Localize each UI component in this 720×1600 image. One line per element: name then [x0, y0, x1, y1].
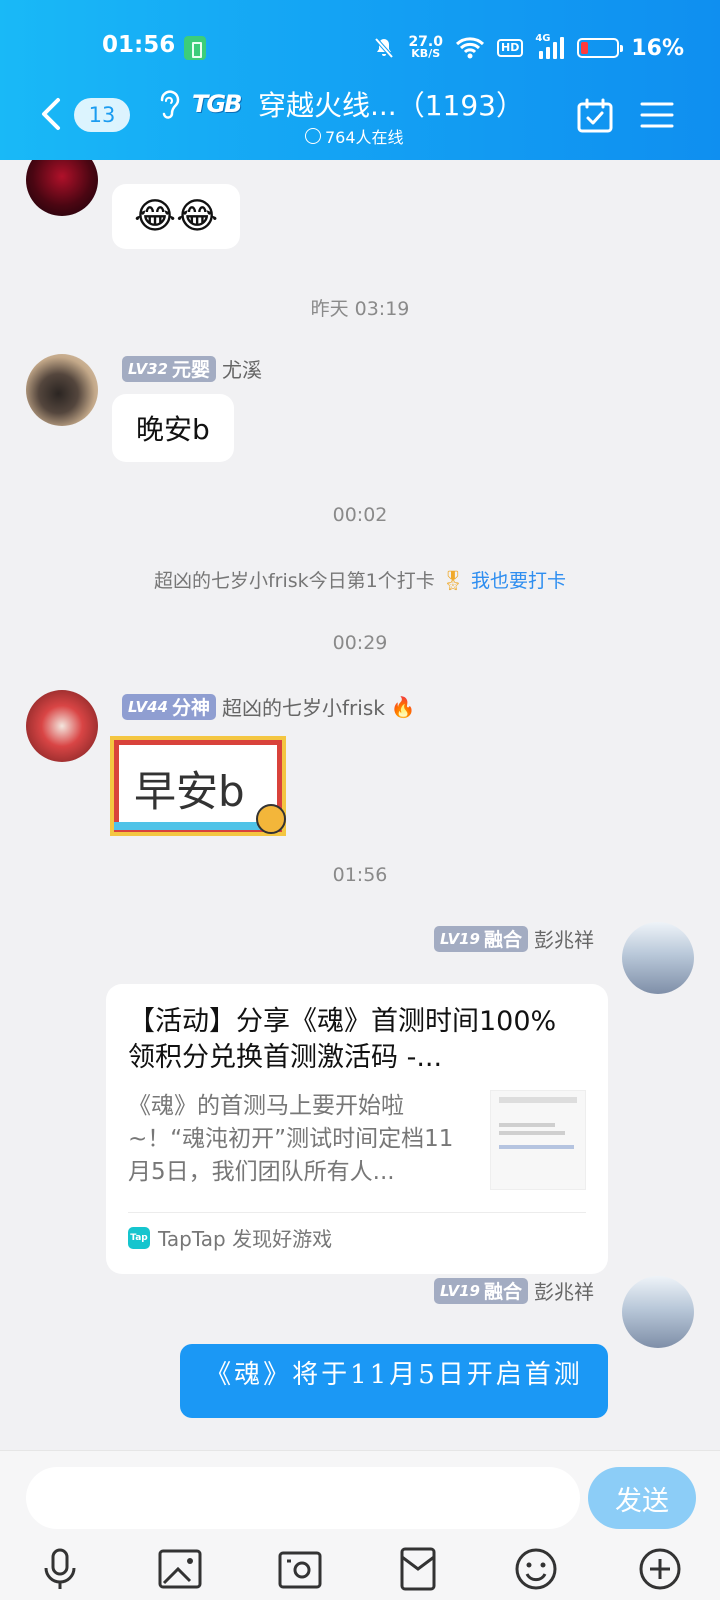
timestamp: 00:29 [332, 632, 388, 654]
checkin-link[interactable]: 我也要打卡 [471, 570, 566, 592]
voice-icon[interactable] [36, 1545, 84, 1593]
avatar[interactable] [26, 354, 98, 426]
online-smile-icon [305, 128, 321, 144]
card-description: 《魂》的首测马上要开始啦~！“魂沌初开”测试时间定档11月5日，我们团队所有人.… [128, 1093, 454, 1185]
palette-icon [256, 804, 286, 834]
sender-name[interactable]: 尤溪 [222, 354, 262, 383]
cell-signal-icon: 4G [535, 33, 565, 61]
level-badge: LV19 融合 [434, 925, 528, 952]
emoji-icon[interactable] [512, 1545, 560, 1593]
status-icons: 27.0 KB/S HD 4G 16% [372, 30, 684, 66]
sender-info: LV44 分神 超凶的七岁小frisk 🔥 [122, 692, 416, 721]
message-bubble[interactable]: 晚安b [112, 394, 234, 462]
sender-name[interactable]: 彭兆祥 [534, 924, 594, 953]
battery-icon [577, 38, 624, 58]
message-input[interactable] [26, 1467, 580, 1529]
status-bar: 01:56 27.0 KB/S HD 4G 16% [0, 30, 720, 70]
sticker-text: 早安b [134, 767, 245, 816]
battery-saver-icon [184, 36, 206, 60]
message-bubble[interactable]: 😂😂 [112, 184, 241, 249]
checkin-notice: 超凶的七岁小frisk今日第1个打卡 🎖 我也要打卡 [153, 570, 566, 592]
status-time: 01:56 [102, 32, 176, 58]
timestamp: 01:56 [332, 864, 388, 886]
card-source: Tap TapTap 发现好游戏 [128, 1212, 586, 1252]
avatar[interactable] [622, 1276, 694, 1348]
chat-messages[interactable]: 😂😂 昨天 03:19 LV32 元婴 尤溪 晚安b 00:02 超凶的七岁小fr… [0, 160, 720, 1450]
camera-icon[interactable] [276, 1545, 324, 1593]
taptap-icon: Tap [128, 1226, 150, 1249]
sender-info: LV32 元婴 尤溪 [122, 354, 262, 383]
timestamp: 昨天 03:19 [310, 298, 410, 320]
wifi-icon [455, 37, 485, 59]
group-logo: TGB [192, 90, 242, 118]
card-title: 【活动】分享《魂》首测时间100%领积分兑换首测激活码 -... [128, 1006, 557, 1073]
menu-icon[interactable] [640, 100, 674, 130]
online-count: 764人在线 [305, 124, 404, 148]
avatar[interactable] [26, 160, 98, 216]
medal-icon: 🎖 [440, 570, 465, 592]
level-badge: LV32 元婴 [122, 355, 216, 382]
group-title[interactable]: 穿越火线...（1193） [258, 84, 524, 124]
app-header: 01:56 27.0 KB/S HD 4G 16% 13 TGB 穿越火线...… [0, 0, 720, 160]
red-packet-icon[interactable] [394, 1545, 442, 1593]
ear-icon[interactable] [154, 88, 182, 120]
send-button[interactable]: 发送 [588, 1467, 696, 1529]
input-toolbar [0, 1545, 720, 1595]
back-arrow-icon[interactable] [36, 96, 66, 132]
sender-info: LV19 融合 彭兆祥 [434, 1276, 594, 1305]
battery-percent: 16% [631, 35, 684, 61]
input-area: 发送 [0, 1450, 720, 1600]
sticker-message[interactable]: 早安b [110, 734, 288, 838]
timestamp: 00:02 [332, 504, 388, 526]
nav-bar: 13 TGB 穿越火线...（1193） 764人在线 [0, 84, 720, 147]
avatar[interactable] [26, 690, 98, 762]
avatar[interactable] [622, 922, 694, 994]
plus-icon[interactable] [636, 1545, 684, 1593]
sender-name[interactable]: 超凶的七岁小frisk [222, 692, 385, 721]
share-card[interactable]: 【活动】分享《魂》首测时间100%领积分兑换首测激活码 -... 《魂》的首测马… [106, 984, 608, 1274]
card-thumbnail [490, 1090, 586, 1190]
level-badge: LV19 融合 [434, 1277, 528, 1304]
mute-icon [374, 37, 394, 59]
unread-count-badge[interactable]: 13 [74, 98, 130, 132]
message-bubble[interactable]: 《魂》将于11月5日开启首测 [180, 1344, 608, 1418]
sender-name[interactable]: 彭兆祥 [534, 1276, 594, 1305]
image-icon[interactable] [156, 1545, 204, 1593]
sender-info: LV19 融合 彭兆祥 [434, 924, 594, 953]
level-badge: LV44 分神 [122, 693, 216, 720]
net-speed: 27.0 KB/S [408, 34, 443, 60]
hd-voice-badge: HD [496, 39, 524, 57]
calendar-check-icon[interactable] [576, 98, 614, 134]
flame-icon: 🔥 [390, 694, 416, 719]
